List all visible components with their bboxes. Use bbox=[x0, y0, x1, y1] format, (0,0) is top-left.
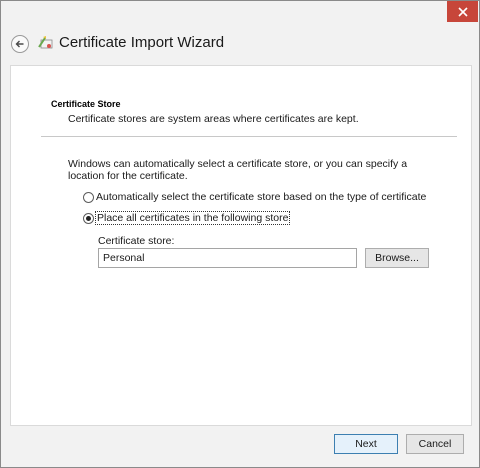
wizard-content-panel: Certificate Store Certificate stores are… bbox=[10, 65, 472, 426]
section-description: Certificate stores are system areas wher… bbox=[68, 113, 359, 125]
close-icon bbox=[457, 6, 468, 17]
certificate-store-field[interactable] bbox=[98, 248, 357, 268]
radio-place-in-store[interactable]: Place all certificates in the following … bbox=[83, 211, 291, 225]
cancel-button[interactable]: Cancel bbox=[406, 434, 464, 454]
radio-auto-select-label: Automatically select the certificate sto… bbox=[96, 191, 427, 203]
intro-text: Windows can automatically select a certi… bbox=[68, 158, 408, 182]
radio-button-unselected[interactable] bbox=[83, 191, 94, 203]
certificate-wizard-icon bbox=[38, 36, 53, 49]
certificate-store-label: Certificate store: bbox=[98, 235, 175, 247]
browse-button[interactable]: Browse... bbox=[365, 248, 429, 268]
close-button[interactable] bbox=[447, 1, 478, 22]
next-button[interactable]: Next bbox=[334, 434, 398, 454]
wizard-title: Certificate Import Wizard bbox=[59, 34, 225, 51]
radio-place-in-store-label: Place all certificates in the following … bbox=[94, 211, 291, 225]
header-divider bbox=[41, 136, 457, 137]
radio-selected-dot bbox=[86, 215, 91, 221]
wizard-header: Certificate Import Wizard bbox=[1, 23, 479, 65]
section-heading: Certificate Store bbox=[51, 99, 121, 109]
radio-auto-select[interactable]: Automatically select the certificate sto… bbox=[83, 191, 426, 203]
back-arrow-icon bbox=[15, 40, 24, 48]
radio-button-selected[interactable] bbox=[83, 212, 94, 224]
certificate-import-wizard-window: Certificate Import Wizard Certificate St… bbox=[0, 0, 480, 468]
back-button[interactable] bbox=[11, 35, 29, 53]
